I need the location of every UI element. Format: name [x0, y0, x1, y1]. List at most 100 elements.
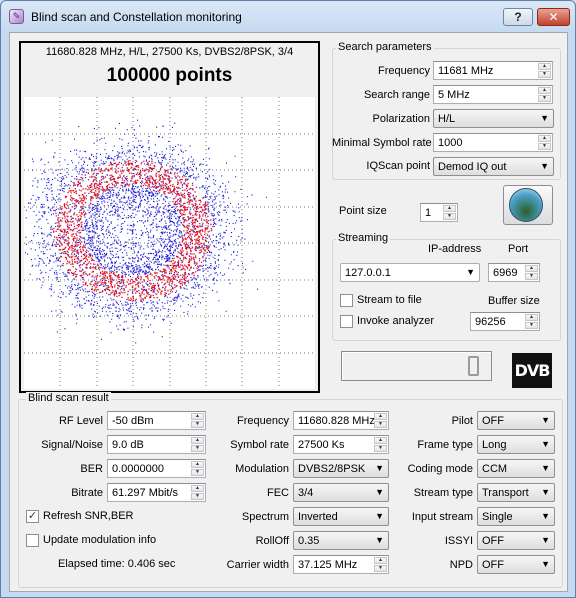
carrier-width-value: 37.125 MHz [298, 559, 358, 571]
spin-down-icon[interactable]: ▼ [374, 421, 387, 428]
spin-down-icon[interactable]: ▼ [191, 469, 204, 476]
fec-select[interactable]: 3/4 ▼ [293, 483, 389, 502]
spin-down-icon[interactable]: ▼ [538, 143, 551, 150]
refresh-snr-ber-checkbox[interactable]: ✓ [26, 510, 39, 523]
port-label: Port [508, 243, 529, 255]
spin-up-icon[interactable]: ▲ [538, 63, 551, 70]
spin-up-icon[interactable]: ▲ [525, 314, 538, 321]
ber-field[interactable]: 0.0000000 ▲ ▼ [107, 459, 206, 478]
polarization-select[interactable]: H/L ▼ [433, 109, 554, 128]
frame-type-value: Long [482, 439, 507, 451]
bitrate-field[interactable]: 61.297 Mbit/s ▲ ▼ [107, 483, 206, 502]
modulation-value: DVBS2/8PSK [298, 463, 366, 475]
title-bar[interactable]: ✎ Blind scan and Constellation monitorin… [1, 1, 575, 31]
spin-down-icon[interactable]: ▼ [191, 445, 204, 452]
search-range-input[interactable]: 5 MHz ▲ ▼ [433, 85, 553, 104]
search-frequency-input[interactable]: 11681 MHz ▲ ▼ [433, 61, 553, 80]
spin-down-icon[interactable]: ▼ [374, 445, 387, 452]
spin-up-icon[interactable]: ▲ [538, 135, 551, 142]
constellation-panel: 11680.828 MHz, H/L, 27500 Ks, DVBS2/8PSK… [19, 41, 320, 393]
ip-address-select[interactable]: 127.0.0.1 ▼ [340, 263, 480, 282]
chevron-down-icon: ▼ [541, 559, 550, 569]
spin-up-icon[interactable]: ▲ [191, 461, 204, 468]
spin-up-icon[interactable]: ▲ [374, 557, 387, 564]
spectrum-label: Spectrum [241, 511, 289, 523]
point-size-input[interactable]: 1 ▲ ▼ [420, 203, 458, 222]
coding-mode-label: Coding mode [407, 463, 473, 475]
chevron-down-icon: ▼ [541, 439, 550, 449]
streaming-title: Streaming [336, 232, 391, 244]
spin-down-icon[interactable]: ▼ [443, 213, 456, 220]
port-input[interactable]: 6969 ▲ ▼ [488, 263, 540, 282]
spin-down-icon[interactable]: ▼ [525, 273, 538, 280]
chevron-down-icon: ▼ [375, 535, 384, 545]
issyi-value: OFF [482, 535, 504, 547]
input-stream-label: Input stream [411, 511, 473, 523]
spin-down-icon[interactable]: ▼ [191, 421, 204, 428]
min-symbol-rate-input[interactable]: 1000 ▲ ▼ [433, 133, 553, 152]
buffer-size-input[interactable]: 96256 ▲ ▼ [470, 312, 540, 331]
iqscan-select[interactable]: Demod IQ out ▼ [433, 157, 554, 176]
input-stream-select[interactable]: Single ▼ [477, 507, 555, 526]
spin-up-icon[interactable]: ▲ [191, 437, 204, 444]
spin-up-icon[interactable]: ▲ [374, 437, 387, 444]
coding-mode-value: CCM [482, 463, 508, 475]
fec-value: 3/4 [298, 487, 314, 499]
spin-up-icon[interactable]: ▲ [191, 413, 204, 420]
port-value: 6969 [493, 267, 518, 279]
spin-up-icon[interactable]: ▲ [191, 485, 204, 492]
rf-level-field[interactable]: -50 dBm ▲ ▼ [107, 411, 206, 430]
app-icon: ✎ [9, 9, 24, 24]
chevron-down-icon: ▼ [541, 511, 550, 521]
spin-down-icon[interactable]: ▼ [191, 493, 204, 500]
analyzer-launch-button[interactable] [503, 185, 553, 225]
spin-down-icon[interactable]: ▼ [374, 565, 387, 572]
issyi-label: ISSYI [444, 535, 473, 547]
npd-label: NPD [449, 559, 473, 571]
stream-to-file-checkbox[interactable] [340, 294, 353, 307]
spin-up-icon[interactable]: ▲ [538, 87, 551, 94]
spin-up-icon[interactable]: ▲ [525, 265, 538, 272]
pilot-value: OFF [482, 415, 504, 427]
snr-field[interactable]: 9.0 dB ▲ ▼ [107, 435, 206, 454]
chevron-down-icon: ▼ [540, 113, 549, 123]
search-parameters-title: Search parameters [336, 41, 434, 53]
points-count: 100000 points [106, 65, 233, 86]
spin-down-icon[interactable]: ▼ [525, 322, 538, 329]
ber-value: 0.0000000 [112, 463, 164, 475]
modulation-select[interactable]: DVBS2/8PSK ▼ [293, 459, 389, 478]
update-modulation-checkbox[interactable] [26, 534, 39, 547]
chevron-down-icon: ▼ [375, 511, 384, 521]
app-window: ✎ Blind scan and Constellation monitorin… [0, 0, 576, 598]
result-frequency-field[interactable]: 11680.828 MHz ▲ ▼ [293, 411, 389, 430]
symbol-rate-value: 27500 Ks [298, 439, 345, 451]
invoke-analyzer-checkbox[interactable] [340, 315, 353, 328]
bitrate-value: 61.297 Mbit/s [112, 487, 179, 499]
symbol-rate-label: Symbol rate [230, 439, 289, 451]
issyi-select[interactable]: OFF ▼ [477, 531, 555, 550]
rolloff-select[interactable]: 0.35 ▼ [293, 531, 389, 550]
spin-up-icon[interactable]: ▲ [443, 205, 456, 212]
help-button[interactable]: ? [503, 8, 533, 26]
symbol-rate-field[interactable]: 27500 Ks ▲ ▼ [293, 435, 389, 454]
frame-type-select[interactable]: Long ▼ [477, 435, 555, 454]
spin-down-icon[interactable]: ▼ [538, 71, 551, 78]
chevron-down-icon: ▼ [541, 463, 550, 473]
spin-down-icon[interactable]: ▼ [538, 95, 551, 102]
chevron-down-icon: ▼ [541, 487, 550, 497]
ip-address-label: IP-address [428, 243, 482, 255]
coding-mode-select[interactable]: CCM ▼ [477, 459, 555, 478]
npd-select[interactable]: OFF ▼ [477, 555, 555, 574]
rolloff-value: 0.35 [298, 535, 320, 547]
spin-up-icon[interactable]: ▲ [374, 413, 387, 420]
spectrum-select[interactable]: Inverted ▼ [293, 507, 389, 526]
close-button[interactable]: ✕ [537, 8, 570, 26]
stream-type-select[interactable]: Transport ▼ [477, 483, 555, 502]
min-symbol-rate-value: 1000 [438, 137, 463, 149]
rf-level-label: RF Level [58, 415, 103, 427]
chevron-down-icon: ▼ [375, 487, 384, 497]
carrier-width-field[interactable]: 37.125 MHz ▲ ▼ [293, 555, 389, 574]
ip-address-value: 127.0.0.1 [345, 267, 391, 279]
rf-level-value: -50 dBm [112, 415, 154, 427]
pilot-select[interactable]: OFF ▼ [477, 411, 555, 430]
